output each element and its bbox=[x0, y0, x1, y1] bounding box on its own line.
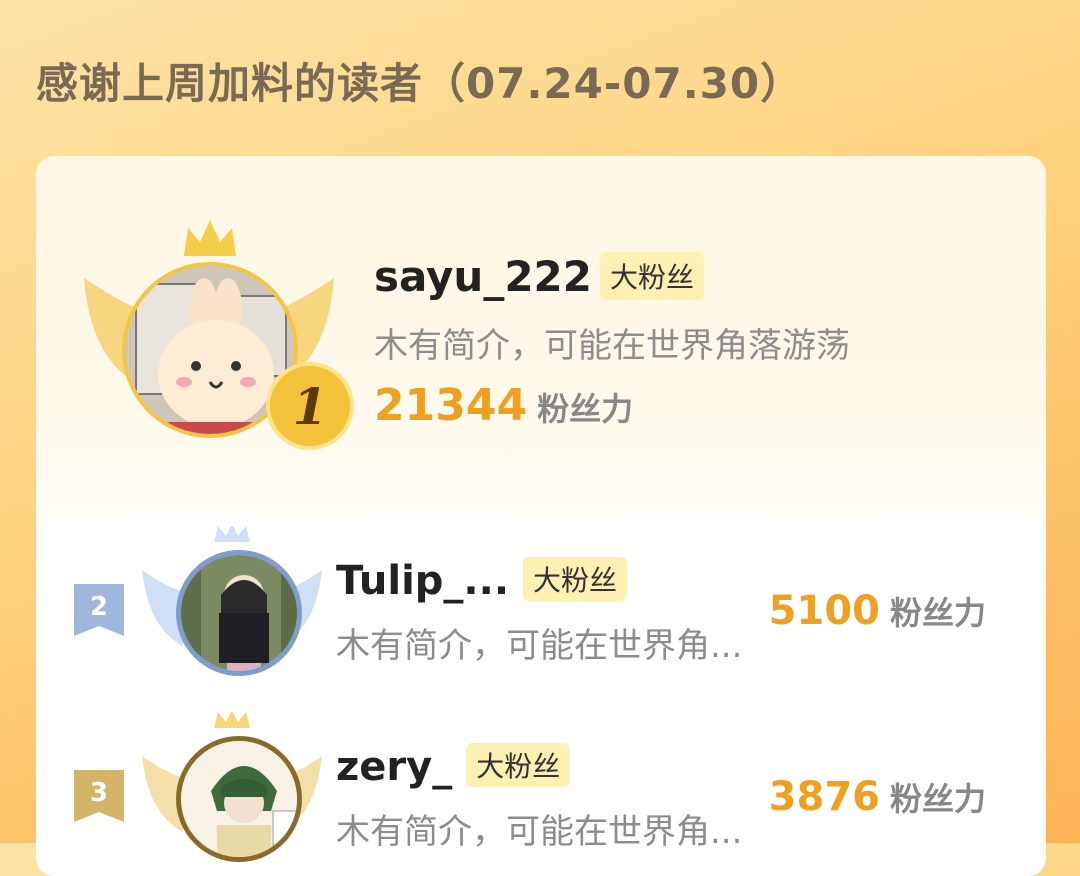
avatar-frame bbox=[142, 526, 322, 696]
avatar-frame bbox=[142, 712, 322, 876]
crown-icon bbox=[184, 220, 236, 256]
avatar[interactable] bbox=[176, 550, 302, 676]
medal-icon: 1 bbox=[266, 362, 354, 450]
list-item[interactable]: 2 Tulip_... 大粉丝 木有简介，可能在世界角... 5100 粉丝力 bbox=[36, 526, 1046, 696]
fan-power-score: 21344 粉丝力 bbox=[374, 380, 633, 431]
score-value: 3876 bbox=[768, 774, 880, 820]
fan-power-score: 3876 粉丝力 bbox=[769, 774, 986, 820]
rank-number: 3 bbox=[90, 778, 108, 808]
reader-name-text: sayu_222 bbox=[374, 252, 592, 301]
reader-name-text: Tulip_... bbox=[336, 558, 510, 604]
rank-flag-icon: 3 bbox=[74, 770, 124, 822]
reader-name-text: zery_ bbox=[336, 744, 453, 790]
fan-power-score: 5100 粉丝力 bbox=[769, 588, 986, 634]
reader-name[interactable]: sayu_222 大粉丝 bbox=[374, 251, 705, 304]
first-avatar-frame: 1 bbox=[84, 218, 354, 450]
list-item[interactable]: 3 zery_ 大粉丝 木有简介，可能在世界角... 3876 粉丝力 bbox=[36, 712, 1046, 876]
fan-badge: 大粉丝 bbox=[523, 557, 628, 601]
score-unit: 粉丝力 bbox=[889, 594, 986, 632]
reader-bio: 木有简介，可能在世界角... bbox=[336, 812, 743, 852]
rank-number: 2 bbox=[90, 592, 108, 622]
reader-name[interactable]: Tulip_... 大粉丝 bbox=[336, 557, 628, 605]
score-value: 5100 bbox=[768, 588, 880, 634]
page-title: 感谢上周加料的读者（07.24-07.30） bbox=[36, 59, 804, 108]
reader-name[interactable]: zery_ 大粉丝 bbox=[336, 743, 571, 791]
reader-bio: 木有简介，可能在世界角... bbox=[336, 626, 743, 666]
rank-flag-icon: 2 bbox=[74, 584, 124, 636]
fan-badge: 大粉丝 bbox=[466, 743, 571, 787]
reader-bio: 木有简介，可能在世界角落游荡 bbox=[374, 326, 850, 366]
score-unit: 粉丝力 bbox=[537, 390, 634, 428]
leaderboard-panel: 1 sayu_222 大粉丝 木有简介，可能在世界角落游荡 21344 粉丝力 2 bbox=[36, 156, 1046, 876]
score-value: 21344 bbox=[374, 380, 528, 431]
top-reader-card[interactable]: 1 sayu_222 大粉丝 木有简介，可能在世界角落游荡 21344 粉丝力 bbox=[36, 156, 1046, 518]
fan-badge: 大粉丝 bbox=[600, 251, 705, 300]
avatar[interactable] bbox=[176, 736, 302, 862]
rank-number: 1 bbox=[293, 377, 328, 436]
score-unit: 粉丝力 bbox=[889, 780, 986, 818]
